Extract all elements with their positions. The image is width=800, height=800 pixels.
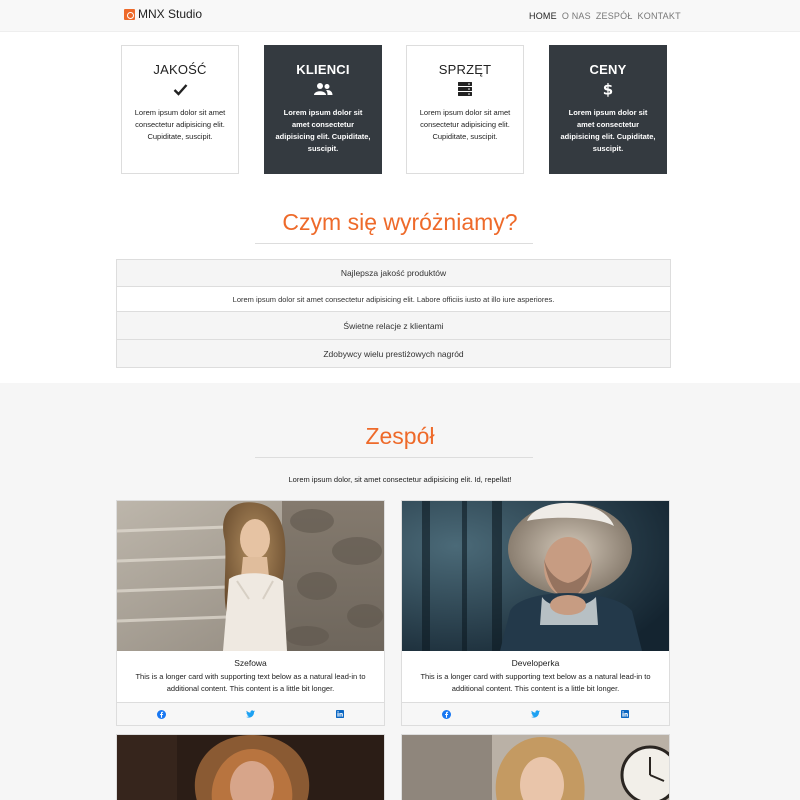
accordion-header-relacje[interactable]: Świetne relacje z klientami [117, 312, 670, 340]
server-icon [407, 80, 523, 98]
nav-o-nas[interactable]: O NAS [562, 11, 591, 21]
camera-icon [124, 8, 135, 20]
feature-card-jakosc: JAKOŚĆ Lorem ipsum dolor sit amet consec… [121, 45, 239, 174]
title-divider [255, 457, 533, 458]
social-links [117, 702, 384, 725]
feature-text: Lorem ipsum dolor sit amet consectetur a… [419, 108, 511, 141]
team-card-4 [401, 734, 670, 800]
member-text: This is a longer card with supporting te… [135, 672, 366, 693]
linkedin-icon[interactable] [620, 709, 630, 719]
member-photo [117, 501, 384, 651]
feature-title: KLIENCI [296, 62, 350, 77]
team-card-3 [116, 734, 385, 800]
social-links [402, 702, 669, 725]
feature-text: Lorem ipsum dolor sit amet consectetur a… [275, 108, 371, 153]
feature-card-klienci: KLIENCI Lorem ipsum dolor sit amet conse… [264, 45, 382, 174]
twitter-icon[interactable] [531, 709, 541, 719]
feature-text: Lorem ipsum dolor sit amet consectetur a… [134, 108, 226, 141]
main-nav: HOME O NAS ZESPÓŁ KONTAKT [529, 11, 681, 21]
feature-text: Lorem ipsum dolor sit amet consectetur a… [560, 108, 656, 153]
member-text: This is a longer card with supporting te… [420, 672, 651, 693]
brand-name: MNX Studio [138, 7, 203, 21]
facebook-icon[interactable] [442, 709, 452, 719]
member-photo [117, 735, 384, 800]
team-title: Zespół [365, 423, 435, 449]
member-name: Szefowa [234, 658, 267, 668]
linkedin-icon[interactable] [335, 709, 345, 719]
accordion-header-jakosc[interactable]: Najlepsza jakość produktów [117, 260, 670, 287]
feature-title: SPRZĘT [438, 62, 492, 77]
about-accordion: Najlepsza jakość produktów Lorem ipsum d… [116, 259, 671, 368]
twitter-icon[interactable] [246, 709, 256, 719]
feature-card-sprzet: SPRZĘT Lorem ipsum dolor sit amet consec… [406, 45, 524, 174]
member-name: Developerka [511, 658, 560, 668]
accordion-header-nagrody[interactable]: Zdobywcy wielu prestiżowych nagród [117, 340, 670, 367]
team-card-developerka: Developerka This is a longer card with s… [401, 500, 670, 726]
nav-zespol[interactable]: ZESPÓŁ [596, 11, 633, 21]
feature-title: CENY [589, 62, 627, 77]
team-lead: Lorem ipsum dolor, sit amet consectetur … [288, 475, 512, 484]
nav-kontakt[interactable]: KONTAKT [638, 11, 681, 21]
title-divider [255, 243, 533, 244]
navbar: MNX Studio HOME O NAS ZESPÓŁ KONTAKT [0, 0, 800, 32]
feature-title: JAKOŚĆ [153, 62, 207, 77]
svg-text:$: $ [603, 81, 613, 97]
dollar-icon: $ [550, 80, 666, 98]
member-photo [402, 501, 669, 651]
member-photo [402, 735, 669, 800]
brand-link[interactable]: MNX Studio [124, 7, 202, 21]
nav-home[interactable]: HOME [529, 11, 557, 21]
about-title: Czym się wyróżniamy? [282, 209, 518, 235]
users-icon [265, 80, 381, 98]
accordion-body-jakosc: Lorem ipsum dolor sit amet consectetur a… [117, 287, 670, 312]
feature-card-ceny: CENY $ Lorem ipsum dolor sit amet consec… [549, 45, 667, 174]
facebook-icon[interactable] [157, 709, 167, 719]
check-icon [122, 80, 238, 98]
team-card-szefowa: Szefowa This is a longer card with suppo… [116, 500, 385, 726]
